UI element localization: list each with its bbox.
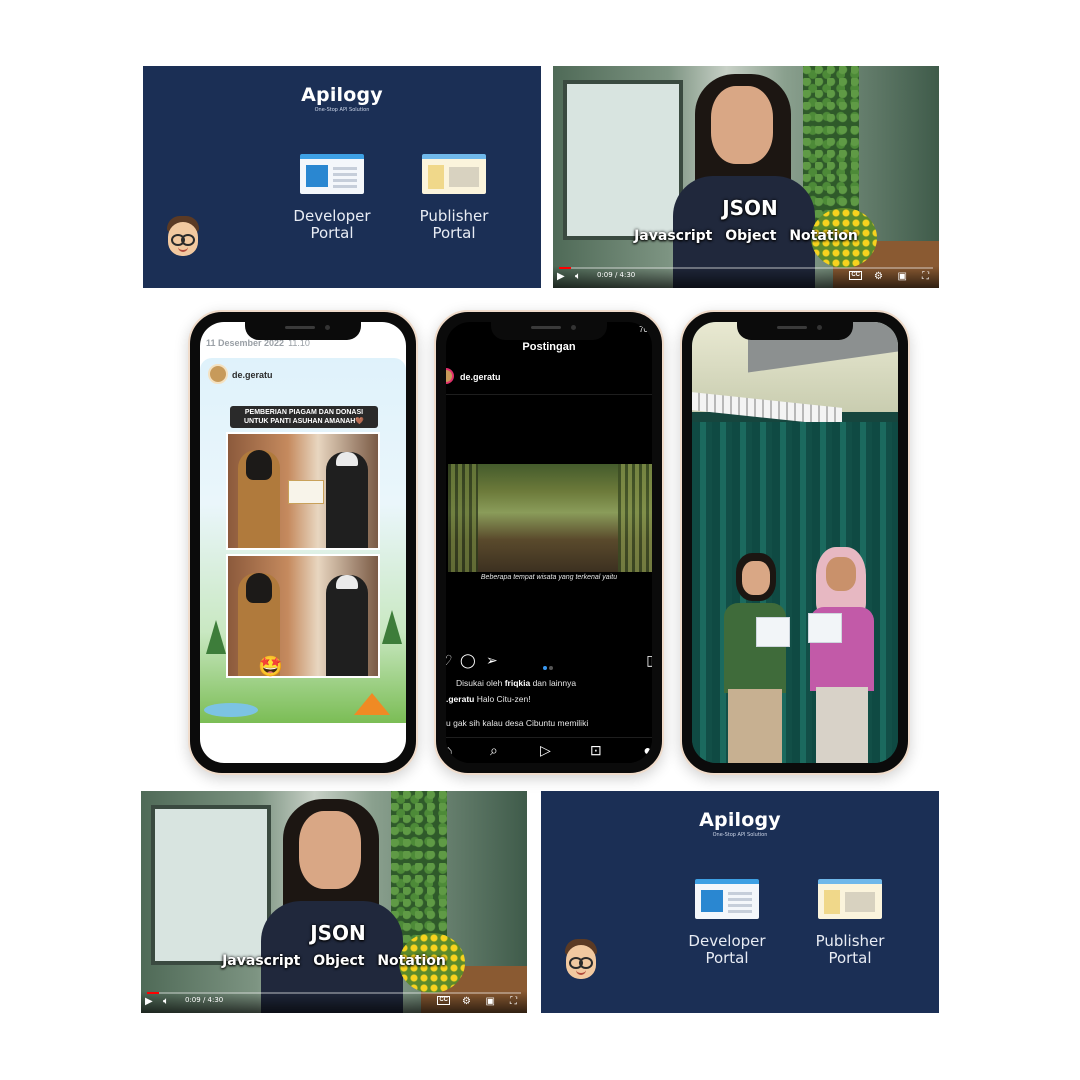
play-icon[interactable]: ▶ xyxy=(557,271,565,283)
pond-illustration xyxy=(204,703,258,717)
json-overlay: JSON xyxy=(310,921,366,945)
developer-portal-label: Developer Portal xyxy=(293,207,371,242)
player-controls: ▶ 🔈︎ 0:09 / 4:30 CC ⚙︎ ▣ ⛶ xyxy=(553,266,939,288)
developer-portal-label: Developer Portal xyxy=(688,932,766,967)
apilogy-logo: Apilogy One-Stop API Solution xyxy=(301,84,383,113)
bottom-nav: ⌂ ⌕ ▷ ⊡ ● xyxy=(446,737,652,763)
publisher-portal-label: Publisher Portal xyxy=(419,207,489,242)
settings-icon[interactable]: ⚙︎ xyxy=(462,996,471,1008)
phone-notch xyxy=(491,320,607,340)
instagram-screen: 70 DE.GERATU Postingan de.geratu Beberap… xyxy=(446,322,652,763)
comment-icon[interactable]: ◯ xyxy=(460,652,476,669)
post-avatar[interactable] xyxy=(446,368,454,384)
story-card[interactable]: de.geratu PEMBERIAN PIAGAM DAN DONASI UN… xyxy=(200,358,406,723)
apilogy-slide-bottom: Apilogy One-Stop API Solution Developer … xyxy=(541,791,939,1013)
story-avatar[interactable] xyxy=(208,364,228,384)
video-player-bottom[interactable]: JSON Javascript Object Notation ▶ 🔈︎ 0:0… xyxy=(141,791,527,1013)
like-icon[interactable]: ♡ xyxy=(446,652,453,669)
presenter-right xyxy=(800,547,884,763)
publisher-portal: Publisher Portal xyxy=(399,154,509,242)
publisher-portal-icon xyxy=(422,154,486,194)
subtitle: Javascript Object Notation xyxy=(222,953,446,969)
progress-fill xyxy=(559,267,572,269)
share-icon[interactable]: ➢ xyxy=(486,652,498,669)
header-title: Postingan xyxy=(522,341,576,353)
phone-notch xyxy=(737,320,853,340)
search-icon[interactable]: ⌕ xyxy=(490,742,498,759)
home-icon[interactable]: ⌂ xyxy=(446,742,452,758)
player-controls: ▶ 🔈︎ 0:09 / 4:30 CC ⚙︎ ▣ ⛶ xyxy=(141,991,527,1013)
phone-photo xyxy=(680,310,910,775)
tent-icon xyxy=(354,693,390,715)
publisher-portal-icon xyxy=(818,879,882,919)
miniplayer-icon[interactable]: ▣ xyxy=(898,271,907,283)
settings-icon[interactable]: ⚙︎ xyxy=(874,271,883,283)
time-display: 0:09 / 4:30 xyxy=(185,996,224,1004)
story-username[interactable]: de.geratu xyxy=(232,370,273,380)
publisher-portal: Publisher Portal xyxy=(795,879,905,967)
caption-line: .geratu Halo Citu-zen! xyxy=(446,694,531,704)
developer-portal: Developer Portal xyxy=(672,879,782,967)
phone-notch xyxy=(245,320,361,340)
post-username[interactable]: de.geratu xyxy=(460,372,501,382)
bookmark-icon[interactable]: ▯ xyxy=(646,652,652,669)
video-player-top[interactable]: JSON Javascript Object Notation ▶ 🔈︎ 0:0… xyxy=(553,66,939,288)
star-struck-emoji-icon: 🤩 xyxy=(258,656,283,678)
fullscreen-icon[interactable]: ⛶ xyxy=(922,271,929,283)
fullscreen-icon[interactable]: ⛶ xyxy=(510,996,517,1008)
story-banner: PEMBERIAN PIAGAM DAN DONASI UNTUK PANTI … xyxy=(230,406,378,428)
story-screen: 11 Desember 2022 11.10 de.geratu PEMBERIA… xyxy=(200,322,406,763)
caption-body: u gak sih kalau desa Cibuntu memiliki xyxy=(446,718,589,728)
progress-fill xyxy=(147,992,160,994)
play-icon[interactable]: ▶ xyxy=(145,996,153,1008)
volume-icon[interactable]: 🔈︎ xyxy=(163,996,169,1008)
reels-icon[interactable]: ▷ xyxy=(540,742,551,759)
profile-icon[interactable]: ● xyxy=(644,742,652,758)
story-photo-2 xyxy=(226,554,380,678)
post-image[interactable] xyxy=(448,464,652,572)
stage-photo xyxy=(692,322,898,763)
publisher-portal-label: Publisher Portal xyxy=(815,932,885,967)
volume-icon[interactable]: 🔈︎ xyxy=(575,271,581,283)
phone-story: 11 Desember 2022 11.10 de.geratu PEMBERIA… xyxy=(188,310,418,775)
subtitle: Javascript Object Notation xyxy=(634,228,858,244)
phone-instagram: 70 DE.GERATU Postingan de.geratu Beberap… xyxy=(434,310,664,775)
cc-icon[interactable]: CC xyxy=(437,996,450,1005)
shop-icon[interactable]: ⊡ xyxy=(590,742,602,759)
developer-portal: Developer Portal xyxy=(277,154,387,242)
likes-line[interactable]: Disukai oleh friqkia dan lainnya xyxy=(456,678,576,688)
apilogy-slide-top: Apilogy One-Stop API Solution Developer … xyxy=(143,66,541,288)
miniplayer-icon[interactable]: ▣ xyxy=(486,996,495,1008)
time-display: 0:09 / 4:30 xyxy=(597,271,636,279)
carousel-dots xyxy=(543,657,555,675)
apilogy-logo: Apilogy One-Stop API Solution xyxy=(699,809,781,838)
json-overlay: JSON xyxy=(722,196,778,220)
image-caption: Beberapa tempat wisata yang terkenal yai… xyxy=(480,574,618,581)
memoji-avatar-icon xyxy=(163,216,203,262)
developer-portal-icon xyxy=(300,154,364,194)
cc-icon[interactable]: CC xyxy=(849,271,862,280)
memoji-avatar-icon xyxy=(561,939,601,985)
developer-portal-icon xyxy=(695,879,759,919)
presenter-left xyxy=(714,553,794,763)
story-photo-1 xyxy=(226,432,380,550)
